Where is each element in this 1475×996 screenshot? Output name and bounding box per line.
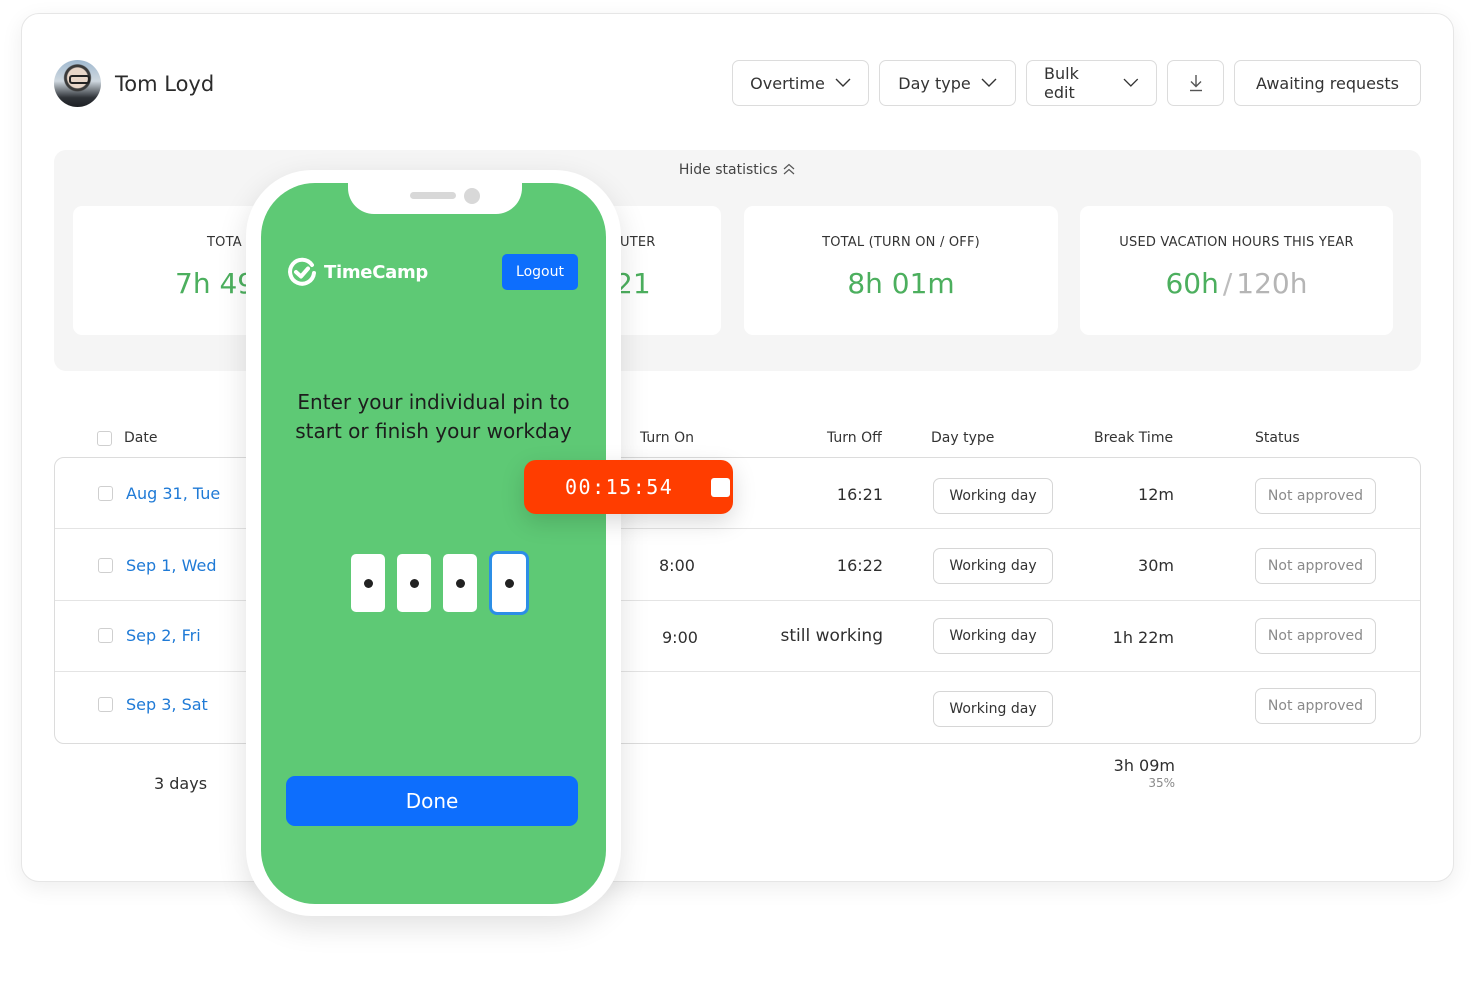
timer-elapsed: 00:15:54 — [565, 475, 674, 499]
stat-value: 60h/120h — [1080, 267, 1393, 300]
pin-input[interactable] — [351, 551, 529, 615]
chevron-down-icon — [835, 78, 851, 87]
stop-icon[interactable] — [711, 477, 731, 497]
row-checkbox[interactable] — [98, 697, 113, 712]
avatar — [54, 60, 101, 107]
day-type-pill[interactable]: Working day — [933, 478, 1053, 514]
download-button[interactable] — [1167, 60, 1224, 106]
break-total-percent: 35% — [1148, 776, 1175, 790]
running-timer: 00:15:54 — [524, 460, 733, 514]
awaiting-requests-button[interactable]: Awaiting requests — [1234, 60, 1421, 106]
hide-statistics-toggle[interactable]: Hide statistics — [54, 162, 1421, 178]
date-link[interactable]: Sep 1, Wed — [126, 556, 216, 575]
vacation-separator: / — [1222, 267, 1233, 300]
pin-prompt: Enter your individual pin to start or fi… — [295, 390, 572, 443]
break-total: 3h 09m 35% — [1100, 756, 1175, 790]
phone-mockup: TimeCamp Logout Enter your individual pi… — [246, 170, 621, 916]
break-total-value: 3h 09m — [1113, 756, 1175, 775]
turn-off-cell: 16:22 — [836, 556, 883, 575]
bulk-edit-label: Bulk edit — [1044, 64, 1079, 102]
header-date-label: Date — [124, 430, 158, 446]
date-link[interactable]: Aug 31, Tue — [126, 484, 220, 503]
header-day-type: Day type — [931, 430, 995, 446]
header-turn-on: Turn On — [640, 430, 695, 446]
overtime-dropdown[interactable]: Overtime — [732, 60, 869, 106]
download-icon — [1189, 75, 1202, 92]
stat-card-turn-on-off: TOTAL (TURN ON / OFF) 8h 01m — [744, 206, 1058, 335]
date-link[interactable]: Sep 2, Fri — [126, 626, 201, 645]
toolbar: Overtime Day type Bulk edit Awaiting req… — [732, 60, 1421, 106]
row-checkbox[interactable] — [98, 558, 113, 573]
status-badge[interactable]: Not approved — [1255, 618, 1376, 654]
logout-button[interactable]: Logout — [502, 254, 578, 290]
stat-value: 8h 01m — [847, 267, 955, 300]
status-badge[interactable]: Not approved — [1255, 478, 1376, 514]
pin-digit[interactable] — [443, 554, 477, 612]
day-type-pill[interactable]: Working day — [933, 548, 1053, 584]
break-time-cell: 1h 22m — [1112, 628, 1174, 647]
stat-card-vacation: USED VACATION HOURS THIS YEAR 60h/120h — [1080, 206, 1393, 335]
stat-label: USED VACATION HOURS THIS YEAR — [1119, 235, 1354, 250]
chevron-down-icon — [981, 78, 997, 87]
break-time-cell: 12m — [1138, 485, 1174, 504]
brand-name: TimeCamp — [324, 261, 429, 283]
turn-off-cell: 16:21 — [836, 485, 883, 504]
overtime-label: Overtime — [750, 73, 825, 93]
hide-statistics-label: Hide statistics — [678, 162, 778, 178]
turn-on-cell: 8:00 — [659, 556, 695, 575]
pin-digit-active[interactable] — [489, 551, 529, 615]
header-status: Status — [1255, 430, 1300, 446]
stat-label: TOTAL (TURN ON / OFF) — [822, 235, 980, 250]
days-count: 3 days — [154, 774, 208, 793]
stat-label: UTER — [620, 235, 656, 250]
vacation-used: 60h — [1165, 267, 1219, 300]
phone-notch — [348, 183, 522, 214]
phone-screen: TimeCamp Logout Enter your individual pi… — [261, 183, 606, 904]
speaker — [410, 192, 456, 199]
turn-on-cell: 9:00 — [662, 628, 698, 647]
timesheet-card — [21, 13, 1454, 882]
row-checkbox[interactable] — [98, 628, 113, 643]
bulk-edit-dropdown[interactable]: Bulk edit — [1026, 60, 1157, 106]
pin-digit[interactable] — [397, 554, 431, 612]
camera — [464, 188, 480, 204]
header-date: Date — [97, 430, 157, 446]
done-button[interactable]: Done — [286, 776, 578, 826]
day-type-pill[interactable]: Working day — [933, 618, 1053, 654]
header-break-time: Break Time — [1094, 430, 1174, 446]
select-all-checkbox[interactable] — [97, 430, 112, 446]
status-badge[interactable]: Not approved — [1255, 548, 1376, 584]
day-type-dropdown[interactable]: Day type — [879, 60, 1016, 106]
status-badge[interactable]: Not approved — [1255, 688, 1376, 724]
user-name: Tom Loyd — [115, 71, 215, 96]
chevron-down-icon — [1123, 78, 1139, 87]
timecamp-check-icon — [288, 257, 316, 286]
user-header: Tom Loyd — [54, 60, 214, 107]
pin-digit[interactable] — [351, 554, 385, 612]
day-type-pill[interactable]: Working day — [933, 691, 1053, 727]
vacation-total: 120h — [1236, 267, 1308, 300]
chevrons-up-icon — [783, 163, 795, 175]
turn-off-cell: still working — [780, 626, 883, 646]
stat-value: 21 — [615, 267, 651, 300]
header-turn-off: Turn Off — [827, 430, 882, 446]
day-type-label: Day type — [898, 73, 971, 93]
date-link[interactable]: Sep 3, Sat — [126, 695, 208, 714]
timecamp-logo: TimeCamp — [286, 256, 428, 288]
break-time-cell: 30m — [1138, 556, 1174, 575]
row-checkbox[interactable] — [98, 486, 113, 501]
